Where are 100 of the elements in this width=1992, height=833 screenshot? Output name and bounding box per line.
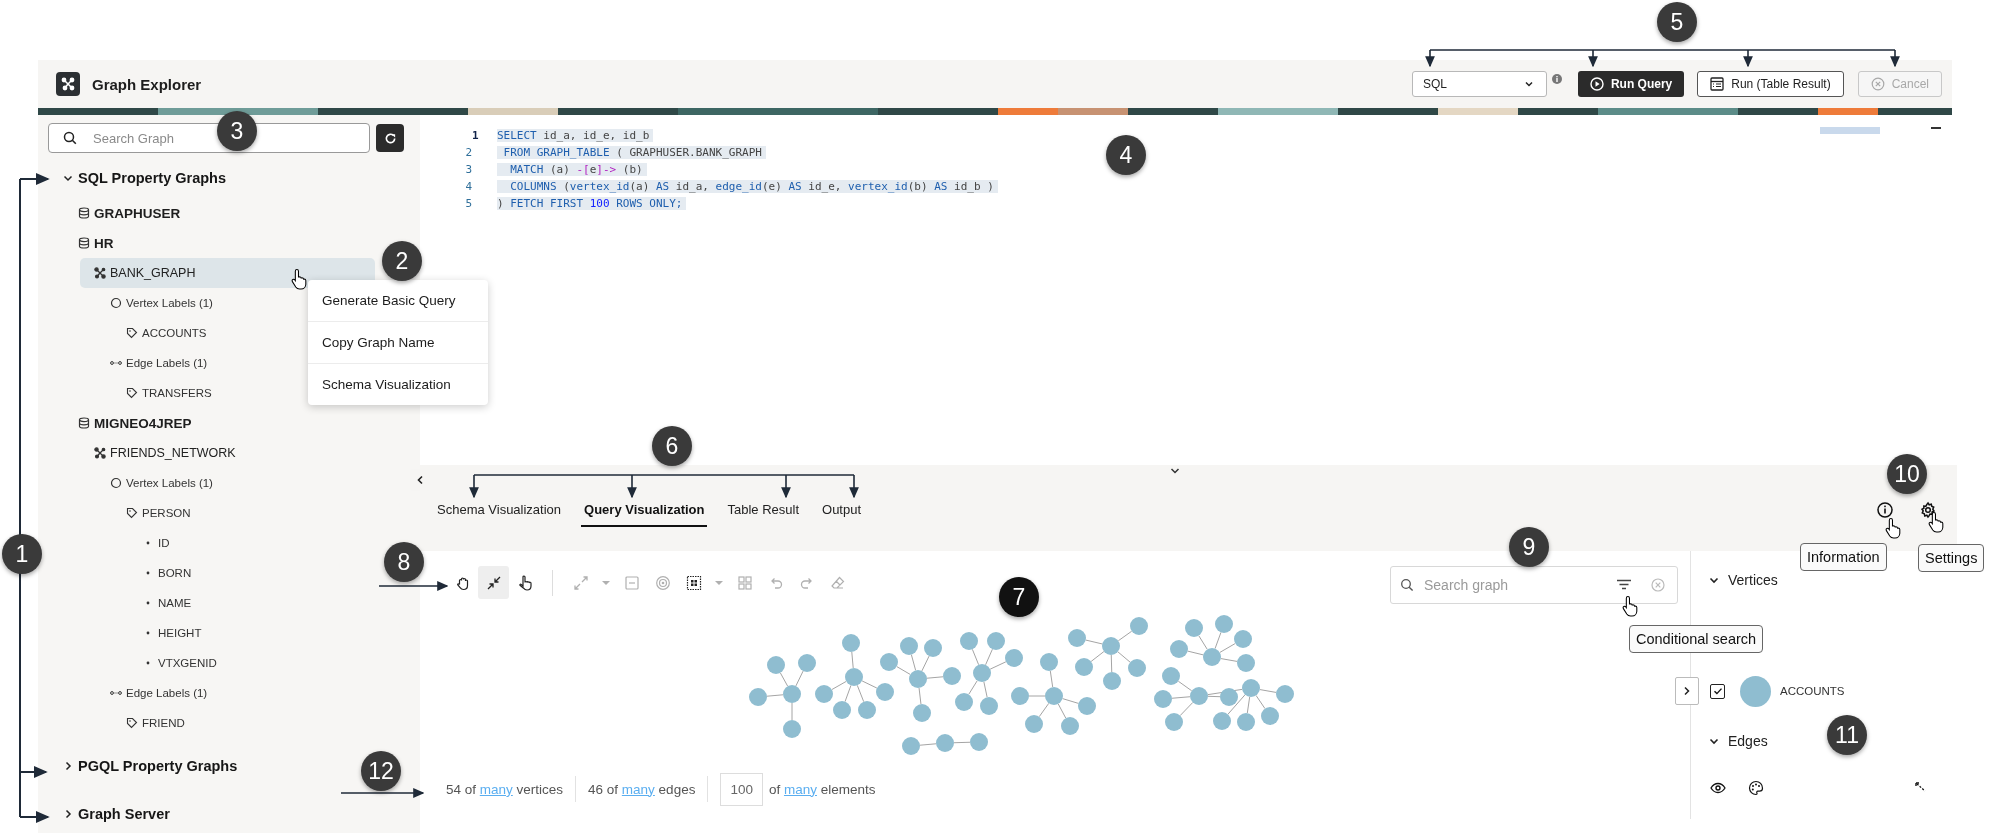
menu-item[interactable]: Generate Basic Query: [308, 280, 488, 322]
graph-node[interactable]: [1103, 671, 1121, 690]
graph-node[interactable]: [1276, 684, 1294, 703]
graph-node[interactable]: [1162, 666, 1180, 685]
palette-icon[interactable]: [1748, 780, 1764, 796]
graph-node[interactable]: [1102, 636, 1120, 655]
graph-node[interactable]: [1237, 653, 1255, 672]
graph-node[interactable]: [1170, 639, 1188, 658]
settings-icon[interactable]: [1919, 501, 1937, 519]
graph-node[interactable]: [970, 732, 988, 751]
graph-node[interactable]: [1075, 657, 1093, 676]
graph-node[interactable]: [880, 652, 898, 671]
graph-node[interactable]: [980, 696, 998, 715]
graph-node[interactable]: [1128, 658, 1146, 677]
graph-node[interactable]: [783, 684, 801, 703]
tree-item[interactable]: VTXGENID: [128, 648, 225, 678]
tree-item[interactable]: BANK_GRAPH: [80, 258, 375, 288]
clear-icon[interactable]: [1651, 578, 1665, 592]
graph-node[interactable]: [924, 638, 942, 657]
tree-item[interactable]: NAME: [128, 588, 200, 618]
graph-node[interactable]: [987, 631, 1005, 650]
tree-item[interactable]: FRIEND: [112, 708, 193, 738]
tree-item[interactable]: Vertex Labels (1): [96, 468, 221, 498]
tree-item[interactable]: Edge Labels (1): [96, 348, 216, 378]
tree-item[interactable]: SQL Property Graphs: [48, 158, 234, 198]
graph-node[interactable]: [815, 684, 833, 703]
graph-node[interactable]: [845, 667, 863, 686]
shrink-icon[interactable]: [478, 566, 509, 599]
graph-node[interactable]: [749, 687, 767, 706]
eye-icon[interactable]: [1710, 780, 1726, 796]
tree-item[interactable]: GRAPHUSER: [64, 198, 189, 228]
graph-node[interactable]: [767, 655, 785, 674]
graph-node[interactable]: [1061, 716, 1079, 735]
section-header[interactable]: Vertices: [1708, 569, 1782, 591]
filter-icon[interactable]: [1616, 578, 1632, 592]
graph-search-field[interactable]: Search graph: [1390, 566, 1678, 604]
graph-node[interactable]: [1215, 614, 1233, 633]
tree-item[interactable]: ACCOUNTS: [112, 318, 215, 348]
info-icon[interactable]: [1876, 501, 1894, 519]
graph-node[interactable]: [936, 733, 954, 752]
checkbox[interactable]: [1710, 683, 1725, 699]
graph-node[interactable]: [1011, 686, 1029, 705]
graph-node[interactable]: [858, 700, 876, 719]
tab[interactable]: Output: [819, 493, 865, 527]
toolbar-button[interactable]: Run (Table Result): [1697, 71, 1844, 97]
tab[interactable]: Table Result: [724, 493, 803, 527]
graph-node[interactable]: [783, 719, 801, 738]
graph-node[interactable]: [1261, 706, 1279, 725]
language-select[interactable]: SQL: [1411, 71, 1547, 97]
tab[interactable]: Schema Visualization: [434, 493, 565, 527]
tree-item[interactable]: Graph Server: [48, 794, 178, 833]
graph-node[interactable]: [1078, 696, 1096, 715]
tab[interactable]: Query Visualization: [581, 493, 708, 527]
graph-node[interactable]: [913, 703, 931, 722]
graph-node[interactable]: [1203, 647, 1221, 666]
tree-item[interactable]: HEIGHT: [128, 618, 210, 648]
graph-node[interactable]: [900, 636, 918, 655]
graph-node[interactable]: [902, 736, 920, 755]
graph-node[interactable]: [1040, 652, 1058, 671]
graph-node[interactable]: [1190, 686, 1208, 705]
graph-node[interactable]: [909, 669, 927, 688]
graph-node[interactable]: [1025, 714, 1043, 733]
tree-item[interactable]: PERSON: [112, 498, 199, 528]
tree-item[interactable]: PGQL Property Graphs: [48, 746, 246, 786]
graph-node[interactable]: [1213, 711, 1231, 730]
graph-node[interactable]: [1237, 712, 1255, 731]
chevron-down-icon[interactable]: [1170, 467, 1180, 475]
section-header[interactable]: Edges: [1708, 730, 1772, 752]
refresh-button[interactable]: [376, 124, 404, 152]
graph-node[interactable]: [1242, 678, 1260, 697]
limit-field[interactable]: 100: [720, 772, 763, 806]
graph-node[interactable]: [1130, 616, 1148, 635]
graph-node[interactable]: [1165, 712, 1183, 731]
tree-item[interactable]: ID: [128, 528, 178, 558]
toolbar-button[interactable]: Run Query: [1577, 71, 1685, 97]
color-dot[interactable]: [1740, 675, 1771, 707]
graph-node[interactable]: [1154, 689, 1172, 708]
graph-node[interactable]: [1220, 687, 1238, 706]
graph-node[interactable]: [943, 666, 961, 685]
graph-node[interactable]: [960, 631, 978, 650]
tree-item[interactable]: FRIENDS_NETWORK: [80, 438, 244, 468]
tree-item[interactable]: HR: [64, 228, 122, 258]
menu-item[interactable]: Copy Graph Name: [308, 322, 488, 364]
tree-item[interactable]: Edge Labels (1): [96, 678, 216, 708]
graph-node[interactable]: [842, 633, 860, 652]
expand-panel-button[interactable]: [1675, 677, 1699, 705]
graph-node[interactable]: [1045, 686, 1063, 705]
tree-item[interactable]: MIGNEO4JREP: [64, 408, 200, 438]
graph-node[interactable]: [876, 682, 894, 701]
graph-node[interactable]: [1185, 618, 1203, 637]
graph-node[interactable]: [833, 700, 851, 719]
graph-node[interactable]: [1234, 629, 1252, 648]
tree-item[interactable]: BORN: [128, 558, 200, 588]
graph-node[interactable]: [1005, 648, 1023, 667]
tree-item[interactable]: TRANSFERS: [112, 378, 220, 408]
minimap[interactable]: [1820, 127, 1880, 134]
tree-item[interactable]: Vertex Labels (1): [96, 288, 221, 318]
graph-node[interactable]: [1068, 628, 1086, 647]
graph-node[interactable]: [973, 663, 991, 682]
graph-node[interactable]: [798, 653, 816, 672]
